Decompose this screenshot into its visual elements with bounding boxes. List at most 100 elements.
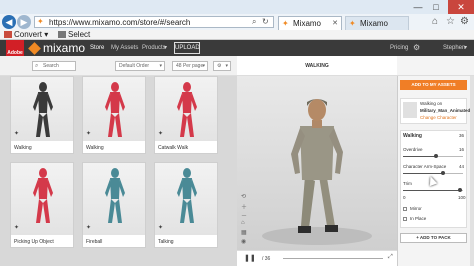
search-icon: ⌕ <box>35 63 39 69</box>
asset-card[interactable]: ✦ Catwalk Walk <box>154 76 218 154</box>
asset-card[interactable]: ✦ Picking Up Object <box>10 162 74 248</box>
character-figure <box>177 168 197 223</box>
camera-icon[interactable]: ◉ <box>241 238 246 245</box>
nav-my-assets[interactable]: My Assets <box>111 44 138 52</box>
character-figure <box>177 82 197 137</box>
per-page-select[interactable]: 48 Per page ▾ <box>172 61 208 71</box>
reset-view-icon[interactable]: ⌂ <box>241 220 245 226</box>
preview-title: WALKING <box>237 56 397 76</box>
trim-start-value: 0 <box>403 195 406 200</box>
character-torso <box>300 126 334 180</box>
trim-slider[interactable] <box>403 188 463 192</box>
asset-card[interactable]: ✦ Walking <box>10 76 74 154</box>
arm-space-slider-fill <box>403 173 443 174</box>
character-name: Military_Man_Animated <box>420 108 471 113</box>
back-button[interactable]: ◀ <box>2 15 16 29</box>
floor-shadow <box>262 227 372 245</box>
order-select[interactable]: Default Order ▾ <box>115 61 165 71</box>
asset-label: Catwalk Walk <box>158 145 189 151</box>
user-menu[interactable]: Stephen <box>443 44 465 52</box>
refresh-icon[interactable]: ↻ <box>262 16 269 28</box>
character-boot-left <box>298 226 311 233</box>
tab-favicon-icon: ✦ <box>349 19 356 28</box>
search-input[interactable]: ⌕ Search <box>32 61 76 71</box>
preview-viewport[interactable] <box>237 76 397 250</box>
favorites-star-icon[interactable]: ☆ <box>446 15 455 29</box>
param-label-trim: Trim <box>403 181 412 186</box>
character-figure <box>105 82 125 137</box>
character-leg-right <box>319 176 335 226</box>
overdrive-slider-handle[interactable] <box>434 154 438 158</box>
chevron-down-icon: ▾ <box>464 45 468 51</box>
add-to-my-assets-button[interactable]: ADD TO MY ASSETS <box>400 80 467 90</box>
animation-icon: ✦ <box>158 225 164 231</box>
browser-title-bar <box>0 0 474 14</box>
in-place-checkbox[interactable] <box>403 217 407 221</box>
nav-pricing[interactable]: Pricing <box>390 44 408 52</box>
zoom-out-icon[interactable]: － <box>241 211 247 220</box>
account-gear-icon[interactable]: ⚙ <box>413 43 420 52</box>
search-placeholder: Search <box>43 63 59 69</box>
mirror-checkbox[interactable] <box>403 207 407 211</box>
wireframe-icon[interactable]: ▦ <box>241 229 247 236</box>
brand-name[interactable]: mixamo <box>43 41 85 55</box>
add-to-pack-button[interactable]: + ADD TO PACK <box>400 233 467 243</box>
browser-tab-active[interactable]: ✦ Mixamo ✕ <box>278 16 342 30</box>
settings-gear-icon[interactable]: ⚙ <box>460 15 469 29</box>
section-title: Walking <box>403 133 422 139</box>
chevron-down-icon: ▾ <box>159 63 162 69</box>
pause-icon[interactable]: ❚❚ <box>244 254 256 262</box>
param-label-overdrive: Overdrive <box>403 147 423 152</box>
chevron-down-icon: ▾ <box>202 63 205 69</box>
asset-label: Fireball <box>86 239 103 245</box>
param-value-trim: 100 <box>458 195 466 200</box>
asset-label: Walking <box>86 145 104 151</box>
select-icon <box>58 31 66 38</box>
asset-label: Walking <box>14 145 32 151</box>
rotate-icon[interactable]: ⟲ <box>241 193 246 200</box>
asset-thumbnail: ✦ <box>155 163 217 235</box>
character-thumbnail <box>403 102 417 118</box>
in-place-label: In Place <box>410 216 427 221</box>
animation-icon: ✦ <box>86 131 92 137</box>
minimize-icon[interactable]: — <box>410 0 426 14</box>
upload-button[interactable]: UPLOAD <box>174 42 200 54</box>
order-value: Default Order <box>119 63 150 69</box>
character-figure <box>105 168 125 223</box>
close-window-icon[interactable]: ✕ <box>448 0 474 14</box>
arm-space-slider-handle[interactable] <box>440 171 445 175</box>
param-value-arm-space: 44 <box>459 164 465 169</box>
forward-button[interactable]: ▶ <box>17 15 31 29</box>
browser-tab-inactive[interactable]: ✦ Mixamo <box>345 16 409 30</box>
asset-label: Talking <box>158 239 174 245</box>
asset-card[interactable]: ✦ Talking <box>154 162 218 248</box>
search-icon[interactable]: ⌕ <box>252 16 256 28</box>
fullscreen-icon[interactable]: ⤢ <box>388 254 393 261</box>
maximize-icon[interactable]: □ <box>428 0 444 14</box>
nav-store[interactable]: Store <box>90 44 104 52</box>
trim-slider-fill <box>403 190 460 191</box>
arm-space-slider[interactable] <box>403 171 463 175</box>
address-url: https://www.mixamo.com/store/#/search <box>49 18 191 27</box>
timeline-scrubber[interactable] <box>283 258 383 259</box>
grid-options-button[interactable]: ⚙ ▾ <box>213 61 231 71</box>
per-page-value: 48 Per page <box>176 63 204 69</box>
tab-close-icon[interactable]: ✕ <box>332 17 338 30</box>
zoom-in-icon[interactable]: ＋ <box>241 202 247 211</box>
asset-thumbnail: ✦ <box>11 163 73 235</box>
address-bar[interactable]: ✦ https://www.mixamo.com/store/#/search <box>34 16 274 28</box>
panel-scrollbar[interactable] <box>470 76 474 266</box>
select-menu[interactable]: Select <box>58 30 90 40</box>
home-icon[interactable]: ⌂ <box>432 15 438 29</box>
nav-products[interactable]: Products <box>142 44 166 52</box>
change-character-link[interactable]: Change Character <box>420 115 457 121</box>
chevron-down-icon: ▾ <box>164 45 168 51</box>
tab-title: Mixamo <box>293 19 322 28</box>
overdrive-slider[interactable] <box>403 154 463 158</box>
asset-card[interactable]: ✦ Walking <box>82 76 146 154</box>
param-label-arm-space: Character Arm-Space <box>403 164 447 169</box>
convert-menu[interactable]: Convert ▾ <box>4 30 48 40</box>
asset-thumbnail: ✦ <box>83 77 145 141</box>
trim-slider-handle[interactable] <box>458 188 462 192</box>
asset-card[interactable]: ✦ Fireball <box>82 162 146 248</box>
